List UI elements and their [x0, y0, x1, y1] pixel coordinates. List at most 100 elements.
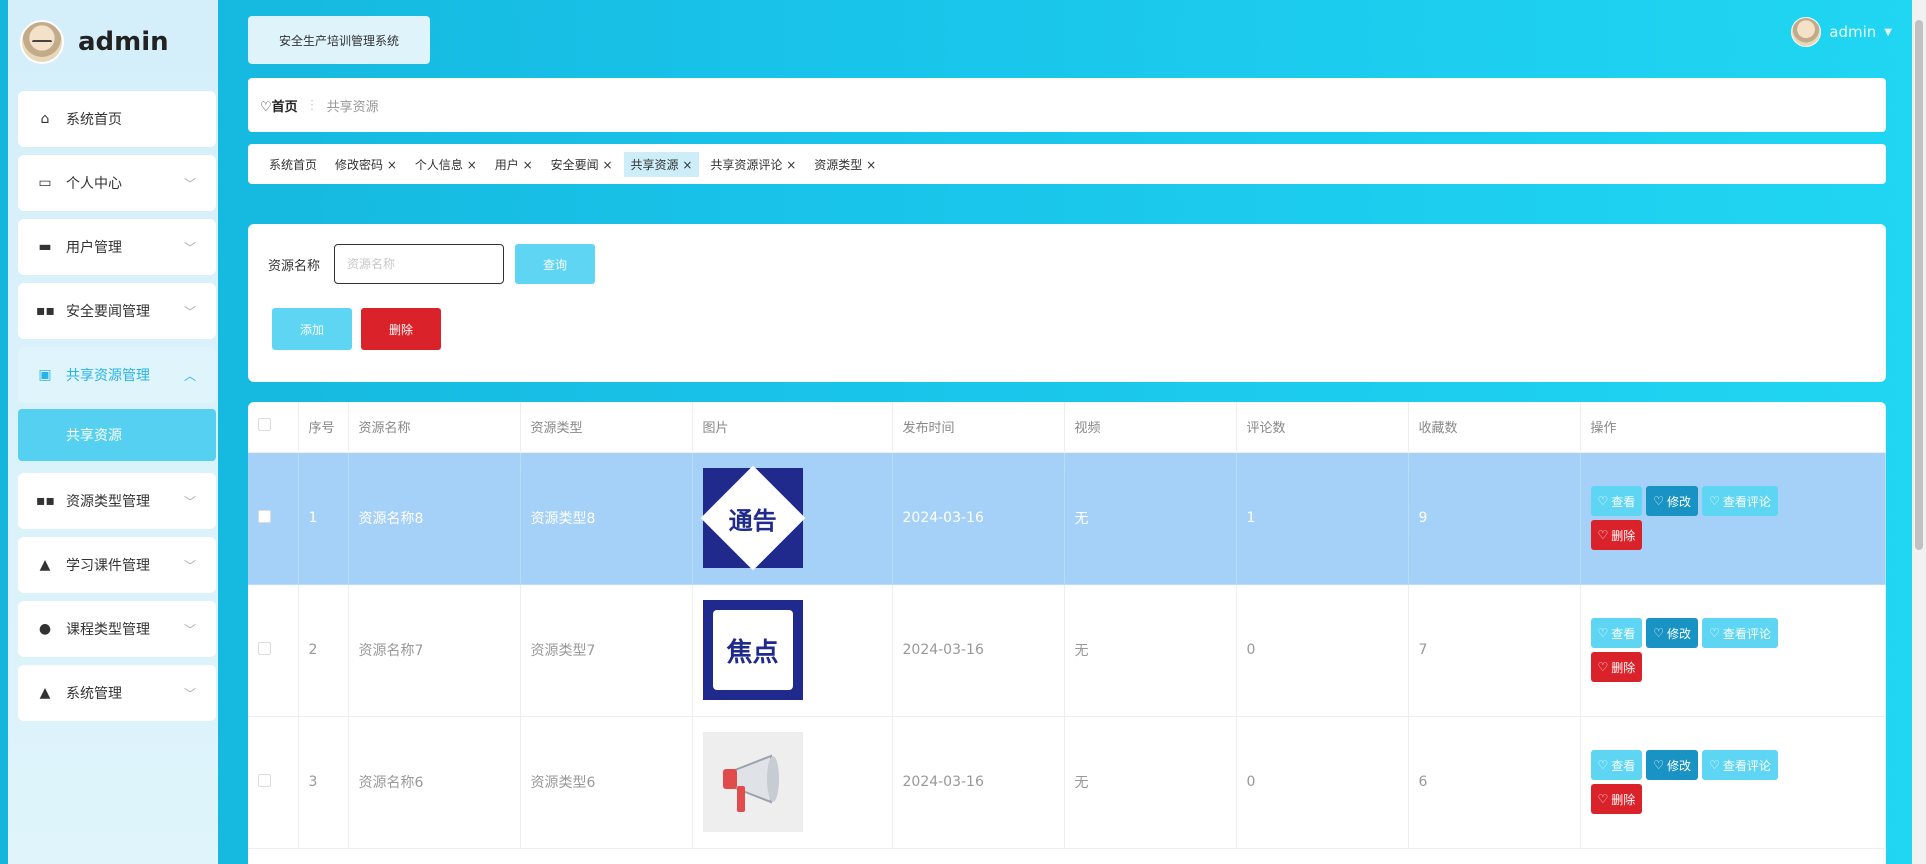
ops-cell: ♡ 查看 ♡ 修改 ♡ 查看评论 ♡ 删除 — [1580, 452, 1886, 585]
monitor-icon: ▬ — [38, 239, 52, 255]
heart-icon: ♡ — [1709, 626, 1720, 640]
column-header: 收藏数 — [1408, 402, 1581, 453]
search-input[interactable] — [334, 244, 504, 284]
chevron-up-icon: ︿ — [183, 368, 196, 383]
notice-image: 通告 — [700, 465, 805, 571]
table-row[interactable]: 1 资源名称8 资源类型8 通告 2024-03-16 无 1 9 ♡ 查看 ♡ 修… — [248, 452, 1886, 585]
select-all-header — [248, 402, 299, 453]
row-select-cell — [248, 452, 299, 585]
row-actions: ♡ 查看 ♡ 修改 ♡ 查看评论 ♡ 删除 — [1590, 750, 1811, 814]
tag-home[interactable]: 系统首页 — [262, 152, 324, 177]
focus-image: 焦点 — [702, 600, 803, 700]
home-icon: ⌂ — [40, 111, 50, 127]
edit-button[interactable]: ♡ 修改 — [1646, 486, 1699, 516]
tag-resource-comments[interactable]: 共享资源评论 × — [703, 152, 803, 177]
breadcrumb-home[interactable]: ♡首页 — [260, 96, 298, 115]
tag-personal-info[interactable]: 个人信息 × — [408, 152, 484, 177]
tag-resource-type[interactable]: 资源类型 × — [807, 152, 883, 177]
sidebar-item-label: 个人中心 — [66, 176, 122, 192]
tag-safety-news[interactable]: 安全要闻 × — [544, 152, 620, 177]
user-name: admin — [1829, 23, 1877, 41]
sidebar-item-personal-center[interactable]: ▭ 个人中心 ﹀ — [18, 155, 216, 211]
view-comments-button[interactable]: ♡ 查看评论 — [1702, 486, 1778, 516]
resource-image-cell — [692, 716, 893, 849]
heart-icon: ♡ — [1597, 626, 1609, 640]
resource-image-cell: 焦点 — [692, 584, 893, 717]
sidebar: admin ⌂ 系统首页 ▭ 个人中心 ﹀ ▬ 用户管理 ﹀ ▪▪ 安全要闻管理… — [8, 0, 218, 864]
video: 无 — [1064, 452, 1237, 585]
page-scrollbar[interactable] — [1912, 0, 1926, 864]
submenu-item-shared-resource[interactable]: 共享资源 — [18, 409, 216, 461]
chevron-down-icon: ﹀ — [183, 240, 196, 255]
view-comments-button[interactable]: ♡ 查看评论 — [1702, 750, 1778, 780]
edit-button[interactable]: ♡ 修改 — [1646, 750, 1699, 780]
heart-icon: ♡ — [1709, 758, 1720, 772]
query-button[interactable]: 查询 — [515, 244, 595, 284]
column-header: 操作 — [1580, 402, 1886, 453]
tag-shared-resource[interactable]: 共享资源 × — [623, 151, 700, 177]
delete-button-label: 删除 — [1611, 660, 1636, 675]
view-button-label: 查看 — [1611, 626, 1636, 641]
column-header: 评论数 — [1236, 402, 1409, 453]
sidebar-item-label: 系统首页 — [66, 112, 122, 128]
publish-date: 2024-03-16 — [892, 584, 1065, 717]
heart-icon: ♡ — [260, 99, 272, 115]
row-checkbox[interactable] — [258, 641, 271, 655]
heart-icon: ♡ — [1597, 758, 1609, 772]
table-header-row: 序号 资源名称 资源类型 图片 发布时间 视频 评论数 收藏数 操作 — [248, 402, 1886, 453]
batch-delete-button[interactable]: 删除 — [361, 308, 441, 350]
tag-change-password[interactable]: 修改密码 × — [328, 152, 404, 177]
favorite-count: 6 — [1408, 716, 1581, 849]
row-index: 3 — [298, 716, 349, 849]
row-checkbox[interactable] — [258, 773, 271, 787]
heart-icon: ♡ — [1597, 528, 1609, 542]
sidebar-item-label: 安全要闻管理 — [66, 304, 150, 320]
delete-button[interactable]: ♡ 删除 — [1590, 652, 1643, 682]
view-button[interactable]: ♡ 查看 — [1590, 750, 1643, 780]
grid-icon: ▪▪ — [36, 303, 55, 319]
sidebar-item-resource-type[interactable]: ▪▪ 资源类型管理 ﹀ — [18, 473, 216, 529]
delete-button[interactable]: ♡ 删除 — [1590, 784, 1643, 814]
favorite-count: 9 — [1408, 452, 1581, 585]
sidebar-item-shared-resources[interactable]: ▣ 共享资源管理 ︿ — [18, 347, 216, 403]
resource-name: 资源名称7 — [348, 584, 521, 717]
row-select-cell — [248, 584, 299, 717]
resource-image-cell: 通告 — [692, 452, 893, 585]
sidebar-item-label: 共享资源管理 — [66, 368, 150, 384]
add-button[interactable]: 添加 — [272, 308, 352, 350]
scrollbar-thumb[interactable] — [1915, 20, 1923, 550]
view-button-label: 查看 — [1611, 758, 1636, 773]
user-menu[interactable]: admin ▼ — [1791, 16, 1892, 48]
sidebar-menu: ⌂ 系统首页 ▭ 个人中心 ﹀ ▬ 用户管理 ﹀ ▪▪ 安全要闻管理 ﹀ ▣ 共… — [18, 91, 216, 729]
sidebar-item-label: 课程类型管理 — [66, 622, 150, 638]
row-select-cell — [248, 716, 299, 849]
view-comments-button[interactable]: ♡ 查看评论 — [1702, 618, 1778, 648]
sidebar-item-courseware[interactable]: ▲ 学习课件管理 ﹀ — [18, 537, 216, 593]
row-checkbox[interactable] — [258, 509, 271, 523]
row-index: 1 — [298, 452, 349, 585]
edit-button[interactable]: ♡ 修改 — [1646, 618, 1699, 648]
select-all-checkbox[interactable] — [258, 418, 271, 432]
tag-user[interactable]: 用户 × — [488, 152, 540, 177]
heart-icon: ♡ — [1709, 494, 1720, 508]
sidebar-item-system[interactable]: ▲ 系统管理 ﹀ — [18, 665, 216, 721]
column-header: 资源名称 — [348, 402, 521, 453]
sidebar-item-user-management[interactable]: ▬ 用户管理 ﹀ — [18, 219, 216, 275]
delete-button[interactable]: ♡ 删除 — [1590, 520, 1643, 550]
sidebar-item-label: 系统管理 — [66, 686, 122, 702]
view-button[interactable]: ♡ 查看 — [1590, 618, 1643, 648]
breadcrumb: ♡首页 ⋮ 共享资源 — [248, 78, 1886, 132]
resource-type: 资源类型7 — [520, 584, 693, 717]
column-header: 资源类型 — [520, 402, 693, 453]
breadcrumb-home-label: 首页 — [271, 99, 298, 115]
ops-cell: ♡ 查看 ♡ 修改 ♡ 查看评论 ♡ 删除 — [1580, 716, 1886, 849]
table-row[interactable]: 2 资源名称7 资源类型7 焦点 2024-03-16 无 0 7 ♡ 查看 ♡ 修… — [248, 584, 1886, 717]
table-row[interactable]: 3 资源名称6 资源类型6 2024-03-16 无 0 6 ♡ 查看 ♡ 修改… — [248, 716, 1886, 849]
sidebar-item-safety-news[interactable]: ▪▪ 安全要闻管理 ﹀ — [18, 283, 216, 339]
resource-type: 资源类型6 — [520, 716, 693, 849]
sidebar-item-home[interactable]: ⌂ 系统首页 — [18, 91, 216, 147]
view-button[interactable]: ♡ 查看 — [1590, 486, 1643, 516]
row-actions: ♡ 查看 ♡ 修改 ♡ 查看评论 ♡ 删除 — [1590, 618, 1811, 682]
ops-cell: ♡ 查看 ♡ 修改 ♡ 查看评论 ♡ 删除 — [1580, 584, 1886, 717]
sidebar-item-course-type[interactable]: ● 课程类型管理 ﹀ — [18, 601, 216, 657]
